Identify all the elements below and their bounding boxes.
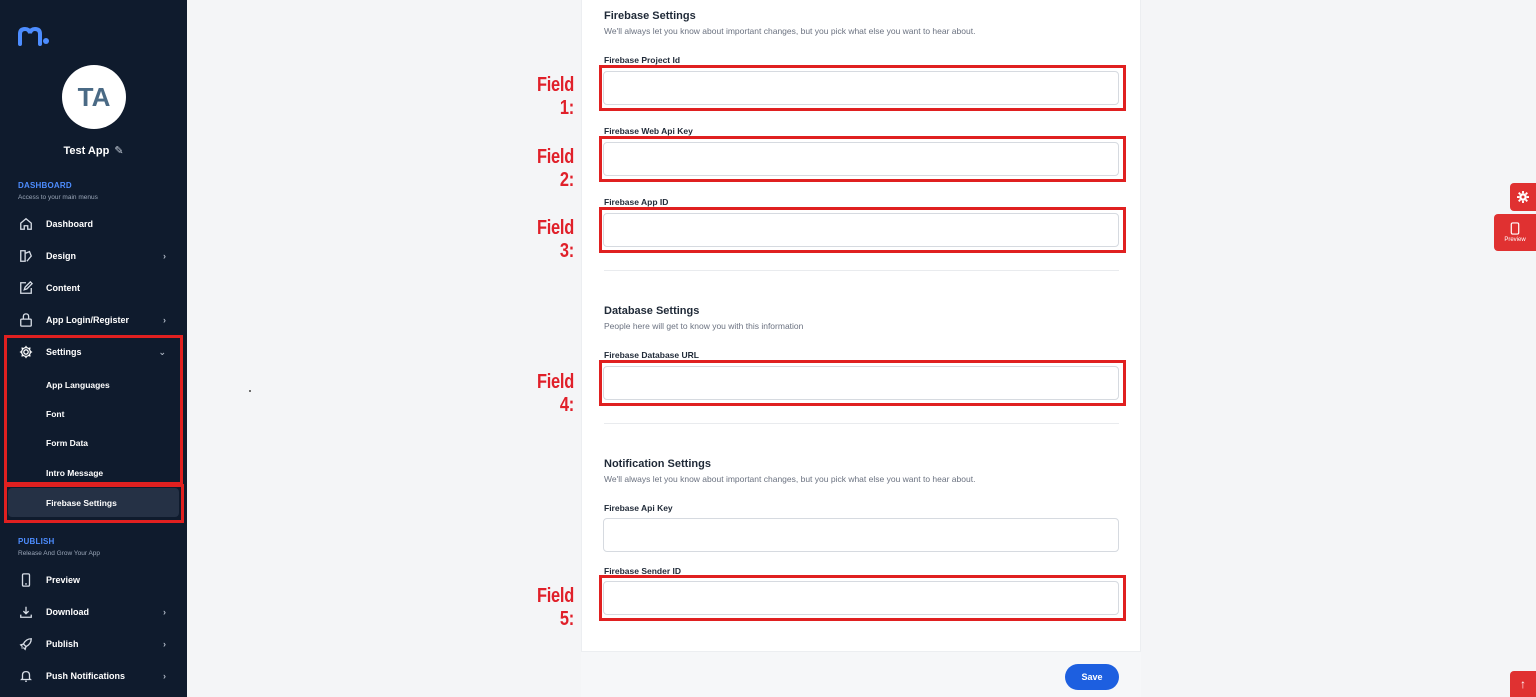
gear-icon: [1517, 191, 1529, 203]
lock-icon: [19, 313, 33, 327]
firebase-database-url-input[interactable]: [603, 366, 1119, 400]
sidebar-item-label: Publish: [46, 639, 79, 649]
sidebar-item-label: Dashboard: [46, 219, 94, 229]
firebase-project-id-label: Firebase Project Id: [604, 55, 681, 65]
firebase-app-id-input[interactable]: [603, 213, 1119, 247]
download-icon: [19, 605, 33, 619]
sidebar-item-label: Design: [46, 251, 77, 261]
app-name[interactable]: Test App ✎: [0, 144, 187, 158]
database-section-description: People here will get to know you with th…: [604, 321, 804, 331]
chevron-down-icon: ⌄: [158, 346, 166, 357]
phone-icon: [1510, 222, 1520, 235]
save-button[interactable]: Save: [1065, 664, 1119, 690]
brand-logo-icon[interactable]: [18, 26, 50, 46]
gear-icon: [19, 345, 33, 359]
rocket-icon: [19, 637, 33, 651]
notification-section-description: We'll always let you know about importan…: [604, 474, 976, 484]
chevron-right-icon: ›: [163, 639, 166, 649]
sidebar-item-label: Push Notifications: [46, 671, 126, 681]
annotation-label-field-4: Field 4:: [536, 371, 574, 416]
sidebar-subitem-font[interactable]: Font: [0, 399, 187, 428]
stray-dot: [249, 390, 251, 392]
scroll-to-top-button[interactable]: ↑: [1510, 671, 1536, 697]
design-icon: [19, 249, 33, 263]
pencil-icon[interactable]: ✎: [114, 144, 123, 157]
sidebar-item-app-login-register[interactable]: App Login/Register ›: [0, 305, 187, 335]
sidebar-item-label: App Login/Register: [46, 315, 129, 325]
notification-section-title: Notification Settings: [604, 458, 711, 470]
phone-icon: [19, 573, 33, 587]
sidebar-item-publish[interactable]: Publish ›: [0, 629, 187, 659]
chevron-right-icon: ›: [163, 671, 166, 681]
avatar[interactable]: TA: [62, 65, 126, 129]
firebase-web-api-key-label: Firebase Web Api Key: [604, 126, 693, 136]
bell-icon: [19, 669, 33, 683]
sidebar-item-label: Content: [46, 283, 80, 293]
firebase-sender-id-input[interactable]: [603, 581, 1119, 615]
sidebar: TA Test App ✎ DASHBOARD Access to your m…: [0, 0, 187, 697]
sidebar-item-preview[interactable]: Preview: [0, 565, 187, 595]
sidebar-subitem-app-languages[interactable]: App Languages: [0, 370, 187, 399]
dashboard-section-title: DASHBOARD: [18, 181, 72, 190]
home-icon: [19, 217, 33, 231]
sidebar-item-label: Preview: [46, 575, 81, 585]
firebase-database-url-label: Firebase Database URL: [604, 350, 699, 360]
firebase-section-description: We'll always let you know about importan…: [604, 26, 976, 36]
firebase-sender-id-label: Firebase Sender ID: [604, 566, 682, 576]
annotation-label-field-3: Field 3:: [536, 217, 574, 262]
form-footer: [581, 651, 1141, 697]
annotation-label-field-1: Field 1:: [536, 74, 574, 119]
section-divider: [604, 270, 1119, 271]
chevron-right-icon: ›: [163, 315, 166, 325]
firebase-web-api-key-input[interactable]: [603, 142, 1119, 176]
sidebar-item-content[interactable]: Content: [0, 273, 187, 303]
sidebar-item-dashboard[interactable]: Dashboard: [0, 209, 187, 239]
dashboard-section-subtitle: Access to your main menus: [18, 194, 98, 201]
edit-square-icon: [19, 281, 33, 295]
floating-preview-label: Preview: [1504, 237, 1526, 243]
firebase-project-id-input[interactable]: [603, 71, 1119, 105]
floating-settings-button[interactable]: [1510, 183, 1536, 211]
sidebar-subitem-form-data[interactable]: Form Data: [0, 428, 187, 457]
chevron-right-icon: ›: [163, 607, 166, 617]
floating-preview-button[interactable]: Preview: [1494, 214, 1536, 251]
annotation-label-field-5: Field 5:: [536, 585, 574, 630]
sidebar-item-settings[interactable]: Settings ⌄: [0, 337, 187, 367]
chevron-right-icon: ›: [163, 251, 166, 261]
firebase-section-title: Firebase Settings: [604, 10, 696, 22]
sidebar-subitem-firebase-settings[interactable]: Firebase Settings: [8, 488, 179, 517]
sidebar-item-label: Download: [46, 607, 89, 617]
section-divider: [604, 423, 1119, 424]
firebase-app-id-label: Firebase App ID: [604, 197, 669, 207]
sidebar-item-push-notifications[interactable]: Push Notifications ›: [0, 661, 187, 691]
firebase-api-key-input[interactable]: [603, 518, 1119, 552]
sidebar-subitem-intro-message[interactable]: Intro Message: [0, 458, 187, 487]
firebase-api-key-label: Firebase Api Key: [604, 503, 673, 513]
app-name-label: Test App: [63, 144, 110, 157]
publish-section-subtitle: Release And Grow Your App: [18, 550, 101, 557]
sidebar-item-download[interactable]: Download ›: [0, 597, 187, 627]
publish-section-title: PUBLISH: [18, 537, 55, 546]
database-section-title: Database Settings: [604, 305, 700, 317]
arrow-up-icon: ↑: [1520, 677, 1526, 691]
sidebar-item-design[interactable]: Design ›: [0, 241, 187, 271]
sidebar-item-label: Settings: [46, 347, 82, 357]
annotation-label-field-2: Field 2:: [536, 146, 574, 191]
